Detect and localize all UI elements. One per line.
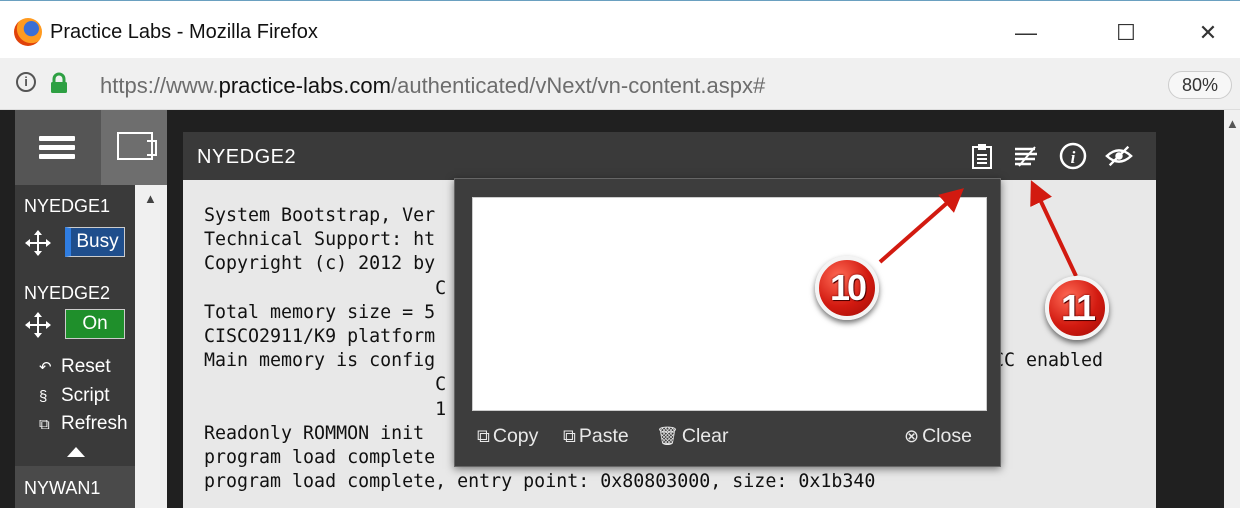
trash-icon: 🗑 — [656, 426, 679, 446]
menu-icon — [39, 132, 75, 163]
close-button[interactable]: ⊗ Close — [904, 425, 972, 448]
clear-button[interactable]: 🗑 Clear — [656, 425, 728, 448]
collapse-arrow-icon[interactable] — [67, 447, 85, 457]
refresh-action[interactable]: ⧉ Refresh — [39, 413, 128, 435]
copy-button[interactable]: ⧉ Copy — [477, 425, 538, 448]
copy-label: Copy — [492, 425, 539, 447]
reset-icon: ↶ — [39, 359, 52, 376]
terminal-ecc-fragment: CC enabled — [993, 350, 1104, 371]
url-field[interactable]: https://www.practice-labs.com/authentica… — [100, 73, 765, 99]
device-name: NYWAN1 — [24, 478, 101, 498]
refresh-icon: ⧉ — [39, 416, 50, 433]
window-titlebar: Practice Labs - Mozilla Firefox — ☐ ✕ — [0, 0, 1240, 58]
script-action[interactable]: § Script — [39, 385, 110, 407]
callout-11: 11 — [1045, 276, 1109, 340]
scroll-up-icon[interactable]: ▲ — [144, 191, 157, 206]
close-window-button[interactable]: ✕ — [1188, 15, 1228, 51]
terminal-line: program load complete, entry point: 0x80… — [204, 471, 876, 493]
paste-icon: ⧉ — [563, 426, 576, 446]
zoom-level-button[interactable]: 80% — [1168, 71, 1232, 99]
terminal-header: NYEDGE2 i — [183, 132, 1156, 180]
url-prefix: https://www. — [100, 73, 219, 98]
window-title: Practice Labs - Mozilla Firefox — [50, 21, 318, 43]
clipboard-dialog: ⧉ Copy ⧉ Paste 🗑 Clear ⊗ Close — [454, 178, 1001, 467]
hamburger-menu-button[interactable] — [15, 110, 99, 185]
copy-icon: ⧉ — [477, 426, 490, 446]
reset-action[interactable]: ↶ Reset — [39, 356, 111, 378]
move-icon[interactable] — [25, 312, 51, 338]
reset-label: Reset — [61, 356, 111, 377]
url-path: /authenticated/vNext/vn-content.aspx# — [390, 73, 766, 98]
site-info-icon[interactable]: i — [16, 72, 36, 92]
device-list-scrollbar[interactable]: ▲ — [135, 185, 167, 508]
page-scrollbar[interactable]: ▲ — [1224, 110, 1240, 508]
info-icon[interactable]: i — [1059, 142, 1087, 170]
maximize-button[interactable]: ☐ — [1106, 15, 1146, 51]
device-sidebar: NYEDGE1 Busy NYEDGE2 On ↶ Reset § Script ⧉… — [15, 110, 167, 508]
close-circle-icon: ⊗ — [904, 426, 920, 446]
move-icon[interactable] — [25, 230, 51, 256]
text-mode-icon[interactable] — [1013, 142, 1041, 170]
close-label: Close — [922, 425, 972, 447]
panel-view-icon — [117, 132, 157, 160]
script-label: Script — [61, 385, 110, 406]
clipboard-textarea[interactable] — [472, 197, 987, 411]
device-name[interactable]: NYEDGE2 — [24, 283, 110, 304]
device-status-badge[interactable]: On — [65, 309, 125, 339]
svg-text:i: i — [1071, 148, 1076, 167]
url-domain: practice-labs.com — [218, 73, 391, 98]
device-list: NYEDGE1 Busy NYEDGE2 On ↶ Reset § Script ⧉… — [15, 185, 135, 508]
paste-label: Paste — [578, 425, 629, 447]
callout-10: 10 — [815, 256, 879, 320]
terminal-title: NYEDGE2 — [197, 146, 297, 168]
refresh-label: Refresh — [61, 413, 128, 434]
hide-icon[interactable] — [1105, 142, 1133, 170]
device-item[interactable]: NYWAN1 — [15, 466, 135, 508]
firefox-logo-icon — [14, 18, 42, 46]
paste-button[interactable]: ⧉ Paste — [563, 425, 629, 448]
device-status-badge[interactable]: Busy — [65, 227, 125, 257]
clipboard-icon[interactable] — [968, 142, 996, 170]
toggle-view-button[interactable] — [101, 110, 167, 185]
device-name[interactable]: NYEDGE1 — [24, 196, 110, 217]
address-bar: i https://www.practice-labs.com/authenti… — [0, 58, 1240, 110]
lock-icon[interactable] — [48, 72, 70, 94]
sidebar-toolbar — [15, 110, 167, 185]
clear-label: Clear — [681, 425, 729, 447]
script-icon: § — [39, 388, 48, 405]
minimize-button[interactable]: — — [1006, 15, 1046, 51]
scroll-up-icon[interactable]: ▲ — [1226, 116, 1239, 131]
